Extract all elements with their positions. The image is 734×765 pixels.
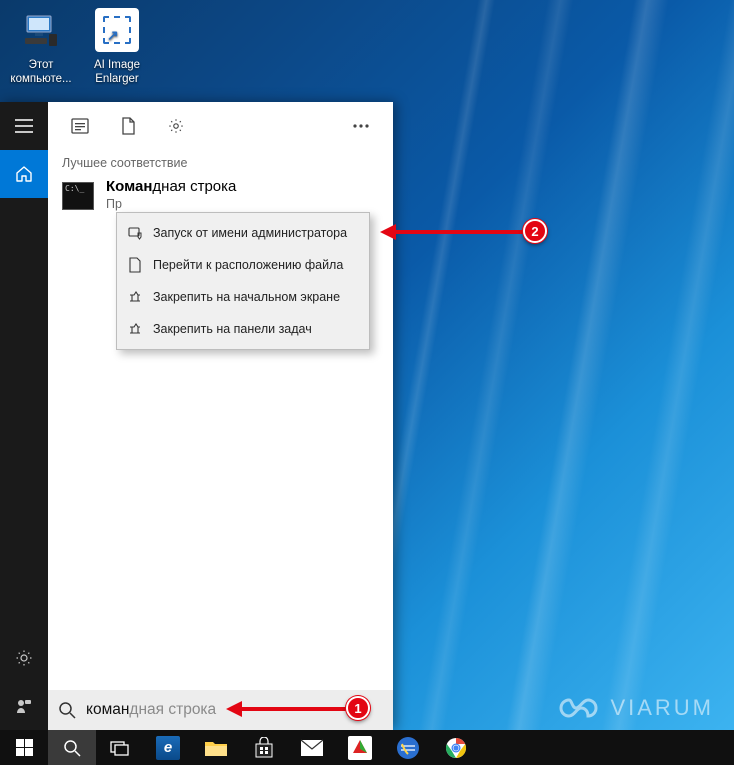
filter-documents-tab[interactable]: [104, 102, 152, 150]
start-button[interactable]: [0, 730, 48, 765]
search-typed-text: коман: [86, 701, 129, 718]
sidebar-home-button[interactable]: [0, 150, 48, 198]
search-sidebar: [0, 102, 48, 730]
taskbar-store[interactable]: [240, 730, 288, 765]
ai-enlarger-icon: [93, 6, 141, 54]
desktop-icon-label: Этот компьюте...: [4, 58, 78, 86]
sidebar-menu-button[interactable]: [0, 102, 48, 150]
desktop-icon-this-pc[interactable]: Этот компьюте...: [4, 6, 78, 86]
filter-more-button[interactable]: [337, 102, 385, 150]
taskview-button[interactable]: [96, 730, 144, 765]
mail-icon: [300, 739, 324, 757]
pin-start-icon: [127, 289, 143, 305]
taskbar-explorer[interactable]: [192, 730, 240, 765]
taskbar-app-2[interactable]: [384, 730, 432, 765]
cmd-icon: [62, 182, 94, 210]
annotation-badge-1: 1: [346, 696, 370, 720]
ctx-pin-taskbar[interactable]: Закрепить на панели задач: [117, 313, 369, 345]
ctx-item-label: Запуск от имени администратора: [153, 226, 347, 240]
app2-icon: [396, 736, 420, 760]
taskbar-edge[interactable]: e: [144, 730, 192, 765]
ctx-item-label: Закрепить на начальном экране: [153, 290, 340, 304]
context-menu: Запуск от имени администратора Перейти к…: [116, 212, 370, 350]
filter-apps-tab[interactable]: [56, 102, 104, 150]
search-icon: [58, 701, 76, 719]
best-match-header: Лучшее соответствие: [48, 150, 393, 178]
this-pc-icon: [17, 6, 65, 54]
search-completion-text: дная строка: [129, 701, 216, 718]
watermark: VIARUM: [558, 695, 714, 721]
taskbar: e: [0, 730, 734, 765]
result-title-rest: дная строка: [152, 178, 236, 195]
search-result-cmd[interactable]: Командная строка Пр: [48, 178, 393, 211]
result-subtitle: Пр: [106, 197, 379, 211]
folder-icon: [204, 738, 228, 758]
desktop: Этот компьюте... AI Image Enlarger: [0, 0, 734, 765]
pin-taskbar-icon: [127, 321, 143, 337]
desktop-icon-label: AI Image Enlarger: [80, 58, 154, 86]
ctx-open-location[interactable]: Перейти к расположению файла: [117, 249, 369, 281]
ctx-run-as-admin[interactable]: Запуск от имени администратора: [117, 217, 369, 249]
desktop-icon-ai-enlarger[interactable]: AI Image Enlarger: [80, 6, 154, 86]
sidebar-feedback-button[interactable]: [0, 682, 48, 730]
taskbar-search-button[interactable]: [48, 730, 96, 765]
ctx-pin-start[interactable]: Закрепить на начальном экране: [117, 281, 369, 313]
edge-icon: e: [164, 739, 172, 756]
store-icon: [253, 737, 275, 759]
file-location-icon: [127, 257, 143, 273]
watermark-text: VIARUM: [610, 695, 714, 721]
filter-settings-tab[interactable]: [152, 102, 200, 150]
taskbar-mail[interactable]: [288, 730, 336, 765]
annotation-badge-2: 2: [523, 219, 547, 243]
search-filter-tabs: [48, 102, 393, 150]
search-panel: Лучшее соответствие Командная строка Пр …: [0, 102, 393, 730]
result-title: Командная строка: [106, 178, 379, 196]
ctx-item-label: Перейти к расположению файла: [153, 258, 343, 272]
search-main: Лучшее соответствие Командная строка Пр …: [48, 102, 393, 730]
admin-shield-icon: [127, 225, 143, 241]
sidebar-settings-button[interactable]: [0, 634, 48, 682]
app1-icon: [348, 736, 372, 760]
taskbar-chrome[interactable]: [432, 730, 480, 765]
result-title-match: Коман: [106, 178, 152, 195]
chrome-icon: [445, 737, 467, 759]
annotation-arrow-2: [380, 224, 525, 240]
taskbar-app-1[interactable]: [336, 730, 384, 765]
search-input-bar[interactable]: командная строка: [48, 690, 393, 730]
infinity-icon: [558, 696, 604, 720]
search-input-text: командная строка: [86, 701, 216, 719]
ctx-item-label: Закрепить на панели задач: [153, 322, 312, 336]
